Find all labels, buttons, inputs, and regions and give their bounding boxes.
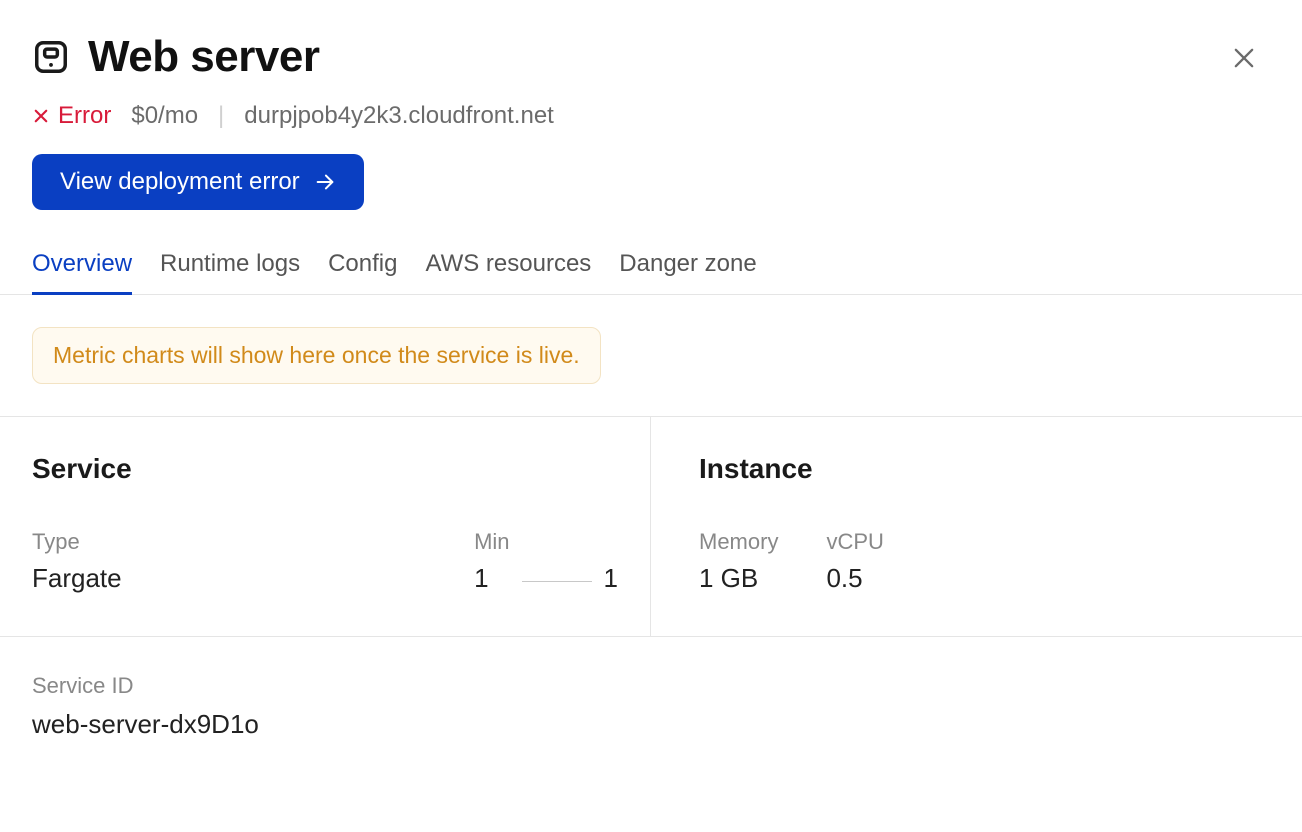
tab-overview[interactable]: Overview (32, 250, 132, 295)
tab-aws-resources[interactable]: AWS resources (425, 250, 591, 295)
metrics-notice: Metric charts will show here once the se… (32, 327, 601, 384)
vcpu-label: vCPU (826, 529, 883, 555)
server-icon (32, 33, 70, 81)
max-value: 1 (604, 563, 618, 594)
view-deployment-error-button[interactable]: View deployment error (32, 154, 364, 210)
tab-runtime-logs[interactable]: Runtime logs (160, 250, 300, 295)
price-text: $0/mo (131, 102, 198, 130)
arrow-right-icon (314, 171, 336, 193)
service-panel: Service Type Fargate Min 1 1 (0, 417, 651, 636)
type-value: Fargate (32, 563, 426, 594)
tab-danger-zone[interactable]: Danger zone (619, 250, 756, 295)
min-label: Min (474, 529, 509, 555)
hostname-link[interactable]: durpjpob4y2k3.cloudfront.net (244, 102, 554, 130)
service-id-panel: Service ID web-server-dx9D1o (0, 637, 1302, 740)
status-text: Error (58, 102, 111, 130)
tab-bar: Overview Runtime logs Config AWS resourc… (0, 250, 1302, 295)
close-icon (1230, 44, 1258, 72)
min-value: 1 (474, 563, 509, 594)
info-grid: Service Type Fargate Min 1 1 (0, 416, 1302, 637)
scale-range: Min 1 1 (474, 529, 618, 594)
page-header: Web server (32, 32, 1270, 82)
error-icon (32, 107, 50, 125)
memory-label: Memory (699, 529, 778, 555)
cta-label: View deployment error (60, 168, 300, 196)
status-row: Error $0/mo | durpjpob4y2k3.cloudfront.n… (32, 102, 1270, 130)
service-title: Service (32, 453, 618, 485)
instance-title: Instance (699, 453, 1270, 485)
range-line (522, 581, 592, 582)
vcpu-value: 0.5 (826, 563, 883, 594)
status-badge: Error (32, 102, 111, 130)
divider: | (218, 102, 224, 130)
service-id-label: Service ID (32, 673, 1270, 699)
memory-value: 1 GB (699, 563, 778, 594)
type-label: Type (32, 529, 426, 555)
page-title: Web server (88, 32, 319, 82)
service-id-value: web-server-dx9D1o (32, 709, 1270, 740)
instance-panel: Instance Memory 1 GB vCPU 0.5 (651, 417, 1302, 636)
tab-config[interactable]: Config (328, 250, 397, 295)
close-button[interactable] (1228, 42, 1260, 74)
